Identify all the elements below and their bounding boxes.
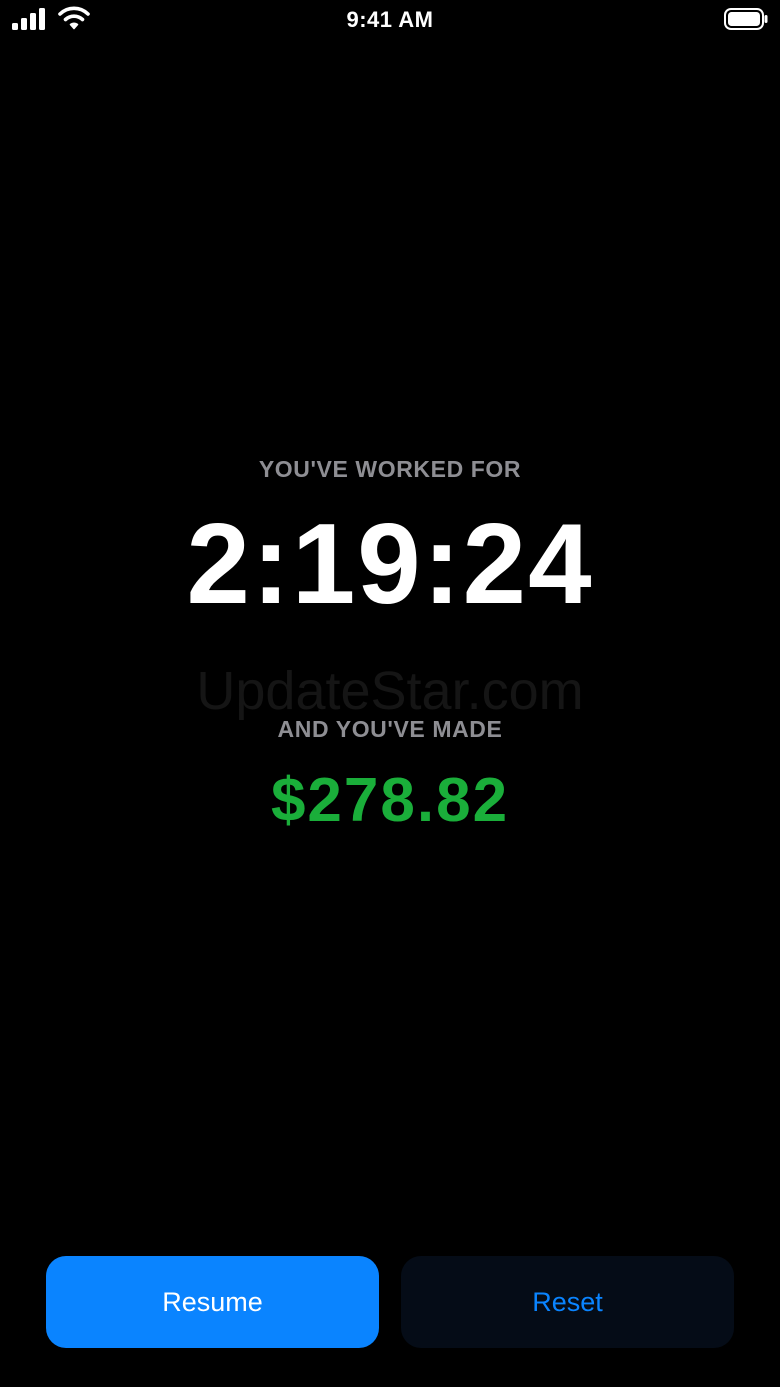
status-time: 9:41 AM: [346, 7, 434, 32]
watermark-text: UpdateStar.com: [196, 661, 584, 721]
earnings-display: $278.82: [270, 766, 510, 835]
made-label: AND YOU'VE MADE: [277, 716, 503, 742]
reset-button-label: Reset: [532, 1286, 603, 1317]
worked-for-label: YOU'VE WORKED FOR: [258, 456, 522, 482]
reset-button[interactable]: Reset: [401, 1256, 734, 1348]
resume-button-label: Resume: [162, 1286, 263, 1317]
elapsed-time-display: 2:19:24: [186, 501, 594, 628]
status-bar: 9:41 AM: [0, 0, 780, 40]
battery-icon: [724, 8, 768, 30]
resume-button[interactable]: Resume: [46, 1256, 379, 1348]
